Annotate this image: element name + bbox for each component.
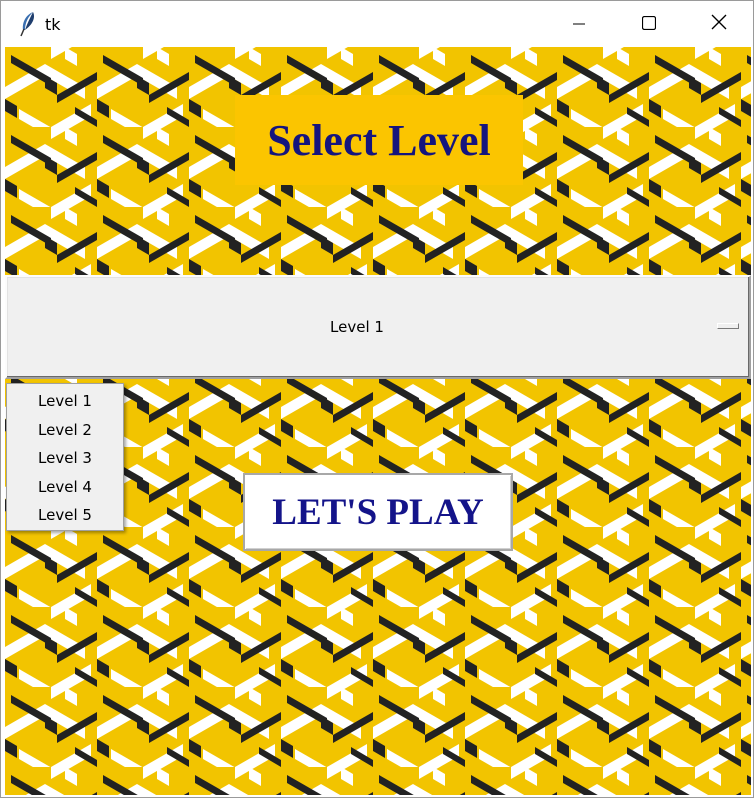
title-bar[interactable]: tk bbox=[1, 1, 753, 47]
menu-item-level-2[interactable]: Level 2 bbox=[7, 416, 123, 445]
menu-item-level-3[interactable]: Level 3 bbox=[7, 444, 123, 473]
menu-item-level-4[interactable]: Level 4 bbox=[7, 473, 123, 502]
minimize-button[interactable] bbox=[544, 1, 614, 47]
menu-item-level-1[interactable]: Level 1 bbox=[7, 387, 123, 416]
selected-level-label: Level 1 bbox=[330, 318, 384, 336]
close-button[interactable] bbox=[684, 1, 754, 47]
level-dropdown-menu: Level 1 Level 2 Level 3 Level 4 Level 5 bbox=[6, 383, 124, 531]
canvas-area: Select Level Level 1 Level 1 Level 2 Lev… bbox=[5, 47, 751, 795]
maximize-icon bbox=[641, 15, 657, 34]
tk-feather-icon bbox=[17, 11, 39, 37]
app-window: tk Select Level Level 1 Level 1 Level 2 … bbox=[0, 0, 754, 798]
option-menu-indicator-icon bbox=[717, 323, 739, 329]
menu-item-level-5[interactable]: Level 5 bbox=[7, 501, 123, 530]
lets-play-button[interactable]: LET'S PLAY bbox=[243, 473, 513, 551]
select-level-heading: Select Level bbox=[235, 95, 523, 185]
minimize-icon bbox=[573, 15, 585, 34]
level-option-menu[interactable]: Level 1 bbox=[5, 275, 751, 379]
close-icon bbox=[711, 14, 727, 34]
window-title: tk bbox=[45, 15, 61, 34]
maximize-button[interactable] bbox=[614, 1, 684, 47]
